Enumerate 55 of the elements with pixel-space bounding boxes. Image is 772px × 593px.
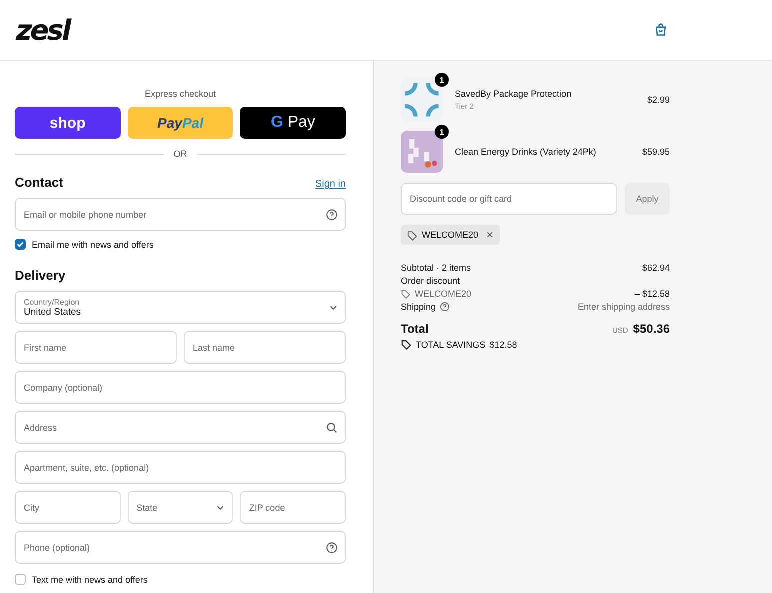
newsletter-label: Email me with news and offers bbox=[32, 240, 154, 250]
discount-code-field[interactable]: Discount code or gift card bbox=[401, 183, 617, 215]
search-icon bbox=[326, 422, 338, 434]
paypal-button[interactable]: PayPal bbox=[128, 107, 234, 139]
product-name: Clean Energy Drinks (Variety 24Pk) bbox=[455, 147, 598, 157]
express-checkout-title: Express checkout bbox=[144, 89, 218, 99]
or-divider-text: OR bbox=[174, 149, 188, 159]
sms-label: Text me with news and offers bbox=[32, 574, 148, 584]
tag-icon bbox=[401, 289, 411, 299]
summary-value: Enter shipping address bbox=[578, 302, 670, 312]
sign-in-link[interactable]: Sign in bbox=[315, 179, 346, 190]
help-icon[interactable] bbox=[440, 302, 450, 312]
remove-code-button[interactable]: × bbox=[482, 229, 494, 241]
input-field[interactable]: ZIP code bbox=[240, 491, 346, 524]
package-protection-drawing bbox=[401, 79, 443, 121]
total-label: Total bbox=[401, 322, 429, 336]
total-amount: $50.36 bbox=[633, 322, 670, 336]
delivery-heading: Delivery bbox=[15, 268, 67, 283]
product-name: SavedBy Package Protection bbox=[455, 89, 573, 99]
quantity-badge: 1 bbox=[435, 73, 449, 87]
country-select-field[interactable]: Country/Region United States bbox=[15, 291, 346, 324]
email-field[interactable]: Email or mobile phone number bbox=[15, 198, 346, 231]
summary-value: $62.94 bbox=[642, 263, 670, 273]
input-field[interactable]: Company (optional) bbox=[15, 371, 346, 404]
discount-code-text: WELCOME20 bbox=[422, 230, 479, 240]
apply-button[interactable]: Apply bbox=[625, 183, 670, 215]
summary-label: Shipping bbox=[401, 302, 436, 312]
shopping-bag-icon[interactable] bbox=[654, 23, 668, 37]
product-price: $2.99 bbox=[647, 95, 670, 105]
select-field[interactable]: State bbox=[128, 491, 234, 524]
tag-icon bbox=[401, 339, 412, 350]
input-field[interactable]: City bbox=[15, 491, 121, 524]
drink-cans-drawing bbox=[401, 131, 443, 173]
contact-heading: Contact bbox=[15, 175, 64, 190]
input-field[interactable]: Last name bbox=[184, 331, 346, 364]
sms-checkbox[interactable] bbox=[15, 574, 26, 585]
summary-value: – $12.58 bbox=[634, 289, 670, 299]
input-field[interactable]: First name bbox=[15, 331, 177, 364]
summary-label: WELCOME20 bbox=[415, 289, 472, 299]
input-field[interactable]: Phone (optional) bbox=[15, 531, 346, 564]
zesl-logo[interactable]: zesl bbox=[16, 14, 70, 46]
shop-pay-button[interactable]: shop bbox=[15, 107, 121, 139]
google-pay-button[interactable]: G Pay bbox=[240, 107, 346, 139]
quantity-badge: 1 bbox=[435, 125, 449, 139]
input-field[interactable]: Address bbox=[15, 411, 346, 444]
total-savings-amount: $12.58 bbox=[490, 340, 518, 350]
summary-label: Order discount bbox=[401, 276, 460, 286]
total-savings-label: TOTAL SAVINGS bbox=[416, 340, 486, 350]
newsletter-checkbox[interactable] bbox=[15, 239, 26, 250]
help-icon[interactable] bbox=[326, 542, 338, 554]
product-price: $59.95 bbox=[642, 147, 670, 157]
tag-icon bbox=[407, 230, 418, 240]
help-icon[interactable] bbox=[326, 208, 338, 220]
summary-label: Subtotal · 2 items bbox=[401, 263, 472, 273]
input-field[interactable]: Apartment, suite, etc. (optional) bbox=[15, 451, 346, 484]
